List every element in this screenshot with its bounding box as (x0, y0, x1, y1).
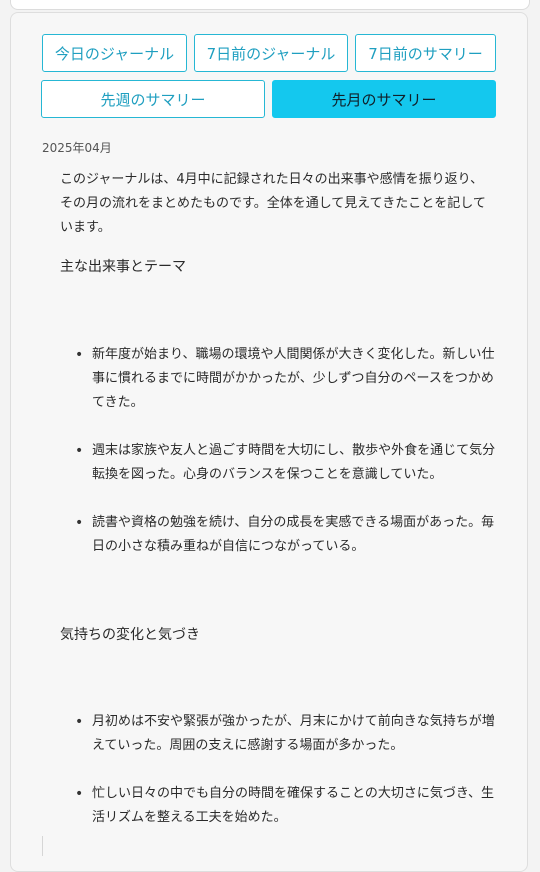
summary-date: 2025年04月 (42, 141, 112, 155)
list-item: • 週末は家族や友人と過ごす時間を大切にし、散歩や外食を通じて気分転換を図った。… (75, 439, 496, 487)
list-item: • 忙しい日々の中でも自分の時間を確保することの大切さに気づき、生活リズムを整え… (75, 782, 496, 830)
tab-last-week-summary[interactable]: 先週のサマリー (41, 80, 265, 118)
bullet-icon: • (75, 347, 84, 363)
list-item: • 新年度が始まり、職場の環境や人間関係が大きく変化した。新しい仕事に慣れるまで… (75, 343, 496, 415)
tab-7days-ago-summary[interactable]: 7日前のサマリー (355, 34, 496, 72)
list-item-text: 読書や資格の勉強を続け、自分の成長を実感できる場面があった。毎日の小さな積み重ね… (92, 515, 495, 554)
section-heading-main-events: 主な出来事とテーマ (60, 259, 186, 275)
list-item-text: 新年度が始まり、職場の環境や人間関係が大きく変化した。新しい仕事に慣れるまでに時… (92, 347, 495, 410)
main-events-list: • 新年度が始まり、職場の環境や人間関係が大きく変化した。新しい仕事に慣れるまで… (75, 343, 496, 583)
summary-intro-block: このジャーナルは、4月中に記録された日々の出来事や感情を振り返り、その月の流れを… (60, 168, 496, 240)
tab-today-journal[interactable]: 今日のジャーナル (42, 34, 187, 72)
summary-intro-text: このジャーナルは、4月中に記録された日々の出来事や感情を振り返り、その月の流れを… (60, 172, 486, 235)
feelings-list: • 月初めは不安や緊張が強かったが、月末にかけて前向きな気持ちが増えていった。周… (75, 710, 496, 854)
list-item-text: 月初めは不安や緊張が強かったが、月末にかけて前向きな気持ちが増えていった。周囲の… (92, 714, 495, 753)
divider-line (42, 836, 43, 856)
tab-7days-ago-journal[interactable]: 7日前のジャーナル (194, 34, 348, 72)
bullet-icon: • (75, 443, 84, 459)
bullet-icon: • (75, 786, 84, 802)
bullet-icon: • (75, 515, 84, 531)
tab-last-month-summary[interactable]: 先月のサマリー (272, 80, 496, 118)
bullet-icon: • (75, 714, 84, 730)
previous-card-edge (10, 0, 530, 10)
section-heading-feelings: 気持ちの変化と気づき (60, 627, 200, 643)
list-item: • 読書や資格の勉強を続け、自分の成長を実感できる場面があった。毎日の小さな積み… (75, 511, 496, 559)
list-item-text: 忙しい日々の中でも自分の時間を確保することの大切さに気づき、生活リズムを整える工… (92, 786, 494, 825)
list-item: • 月初めは不安や緊張が強かったが、月末にかけて前向きな気持ちが増えていった。周… (75, 710, 496, 758)
list-item-text: 週末は家族や友人と過ごす時間を大切にし、散歩や外食を通じて気分転換を図った。心身… (92, 443, 496, 482)
